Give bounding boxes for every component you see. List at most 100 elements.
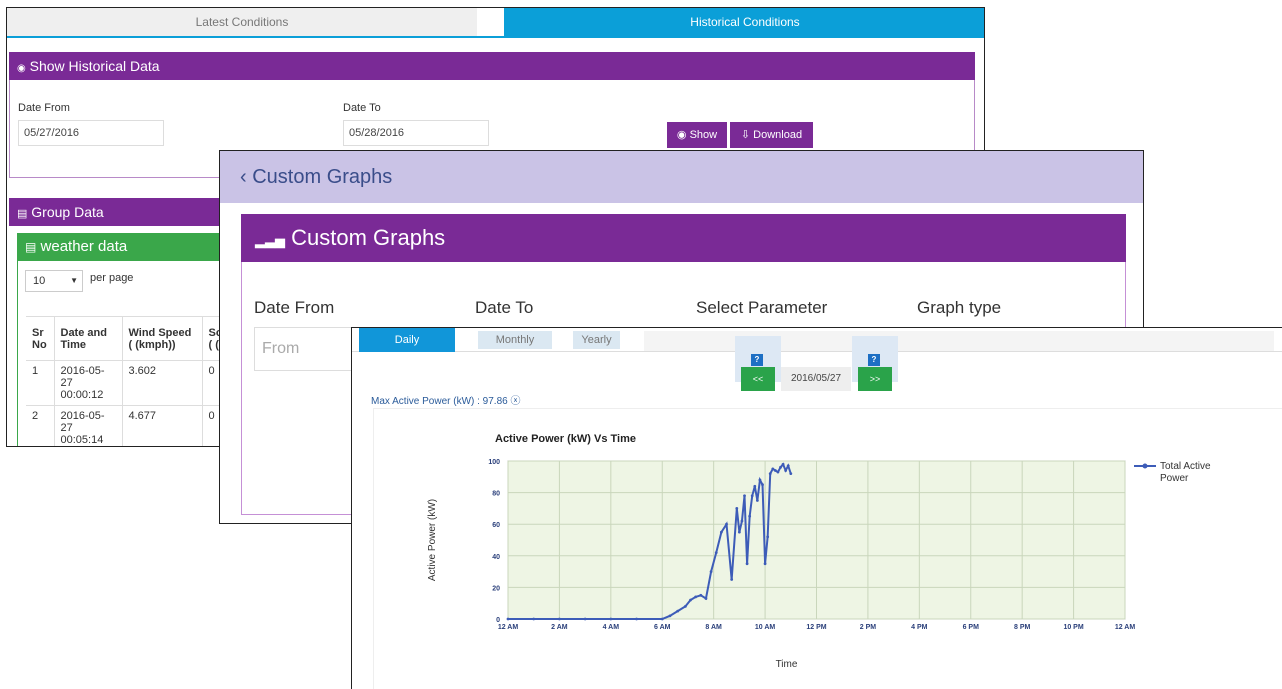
x-tick-label: 12 PM <box>806 624 826 631</box>
graph-type-label: Graph type <box>917 298 1002 317</box>
custom-graphs-panel-header: ▂▃▅ Custom Graphs <box>241 214 1126 262</box>
cell-datetime: 2016-05-27 00:00:12 <box>54 360 123 406</box>
series-point <box>506 617 510 621</box>
x-tick-label: 8 AM <box>705 624 722 631</box>
date-from-input[interactable]: 05/27/2016 <box>18 120 164 146</box>
custom-graphs-back-header[interactable]: ‹ Custom Graphs <box>220 151 1143 203</box>
series-point <box>753 484 757 488</box>
chevron-left-icon: ‹ <box>240 166 247 188</box>
series-point <box>773 469 777 472</box>
max-active-power: Max Active Power (kW) : 97.86 ⓧ <box>371 392 521 407</box>
select-parameter-label: Select Parameter <box>696 298 828 317</box>
series-point <box>660 617 664 621</box>
tab-latest-conditions[interactable]: Latest Conditions <box>7 8 477 36</box>
series-point <box>609 617 613 621</box>
y-tick-label: 100 <box>488 459 500 466</box>
x-tick-label: 6 AM <box>654 624 671 631</box>
chart-container: 12 AM 2 AM 4 AM 6 AM 8 AM 10 AM 12 PM 2 PM 4 PM 6… <box>373 408 1282 689</box>
cg-date-from-label: Date From <box>254 298 335 317</box>
group-data-title: Group Data <box>31 204 104 220</box>
x-tick-label: 12 AM <box>498 624 519 631</box>
chart-title: Active Power (kW) Vs Time <box>495 433 636 445</box>
signal-bars-icon: ▂▃▅ <box>255 233 285 248</box>
download-circle-icon[interactable]: ⓧ <box>511 396 521 407</box>
x-tick-label: 4 PM <box>911 624 928 631</box>
y-tick-label: 0 <box>496 617 500 624</box>
series-point <box>635 617 638 621</box>
x-tick-label: 10 PM <box>1063 624 1083 631</box>
series-point <box>735 507 739 510</box>
col-date-time[interactable]: Date and Time <box>54 316 123 361</box>
table-row: 2 2016-05-27 00:05:14 4.677 0 <box>26 405 232 446</box>
series-point <box>786 464 790 468</box>
x-tick-label: 6 PM <box>963 624 980 631</box>
series-point <box>779 465 782 469</box>
col-wind-speed[interactable]: Wind Speed ( (kmph)) <box>122 316 203 361</box>
series-point <box>699 593 703 597</box>
cell-wind: 4.677 <box>122 405 203 446</box>
series-point <box>683 604 687 608</box>
cg-date-to-label: Date To <box>475 298 534 317</box>
series-point <box>763 562 767 566</box>
tab-monthly[interactable]: Monthly <box>478 331 552 349</box>
download-button[interactable]: ⇩ Download <box>730 122 813 148</box>
series-point <box>689 598 692 602</box>
show-historical-title: Show Historical Data <box>29 58 160 74</box>
prev-day-button[interactable]: << <box>741 367 775 391</box>
date-to-input[interactable]: 05/28/2016 <box>343 120 489 146</box>
next-day-button[interactable]: >> <box>858 367 892 391</box>
tab-yearly[interactable]: Yearly <box>573 331 620 349</box>
list-icon: ▤ <box>17 208 28 220</box>
series-point <box>748 514 752 518</box>
cell-wind: 3.602 <box>122 360 203 406</box>
weather-table: Sr No Date and Time Wind Speed ( (kmph))… <box>26 316 232 446</box>
x-tick-label: 4 AM <box>603 624 620 631</box>
series-point <box>750 494 754 498</box>
series-point <box>776 470 780 474</box>
x-tick-label: 8 PM <box>1014 624 1031 631</box>
show-button-label: Show <box>689 129 718 141</box>
table-row: 1 2016-05-27 00:00:12 3.602 0 <box>26 360 232 406</box>
y-tick-label: 40 <box>492 554 500 561</box>
series-point <box>676 609 680 613</box>
series-point <box>737 530 741 534</box>
date-from-label: Date From <box>18 102 70 114</box>
series-point <box>583 617 587 621</box>
active-power-chart: 12 AM 2 AM 4 AM 6 AM 8 AM 10 AM 12 PM 2 PM 4 PM 6… <box>427 433 1211 670</box>
caret-down-icon: ▼ <box>70 276 78 285</box>
custom-graphs-back-title: Custom Graphs <box>252 166 393 188</box>
series-point <box>771 467 775 471</box>
series-point <box>743 494 746 498</box>
series-point <box>784 469 788 472</box>
x-axis-label: Time <box>776 659 798 670</box>
series-point <box>781 462 785 466</box>
per-page-label: per page <box>90 272 134 284</box>
show-button[interactable]: ◉ Show <box>667 122 727 148</box>
help-icon[interactable]: ? <box>751 354 763 366</box>
help-icon[interactable]: ? <box>868 354 880 366</box>
series-point <box>761 483 764 487</box>
show-historical-header: ◉ Show Historical Data <box>9 52 975 80</box>
col-sr-no[interactable]: Sr No <box>26 316 55 361</box>
series-point <box>730 578 734 581</box>
custom-graphs-panel-title: Custom Graphs <box>291 225 446 250</box>
per-page-value: 10 <box>33 275 46 287</box>
download-button-label: Download <box>753 129 803 141</box>
date-to-label: Date To <box>343 102 381 114</box>
series-point <box>714 551 718 555</box>
eye-icon: ◉ <box>676 129 687 141</box>
tab-historical-conditions[interactable]: Historical Conditions <box>504 8 984 36</box>
series-point <box>725 522 728 526</box>
y-tick-label: 60 <box>492 522 500 529</box>
weather-data-title: weather data <box>40 238 128 255</box>
list-icon: ▤ <box>25 240 37 254</box>
per-page-select[interactable]: 10 ▼ <box>25 270 83 292</box>
tab-daily[interactable]: Daily <box>359 328 455 352</box>
x-tick-label: 2 PM <box>860 624 877 631</box>
series-point <box>719 530 723 534</box>
table-header-row: Sr No Date and Time Wind Speed ( (kmph))… <box>26 316 232 361</box>
y-axis-label: Active Power (kW) <box>427 499 438 581</box>
series-point <box>745 562 749 566</box>
condition-tabs: Latest Conditions Historical Conditions <box>7 8 984 38</box>
series-point <box>768 472 772 476</box>
